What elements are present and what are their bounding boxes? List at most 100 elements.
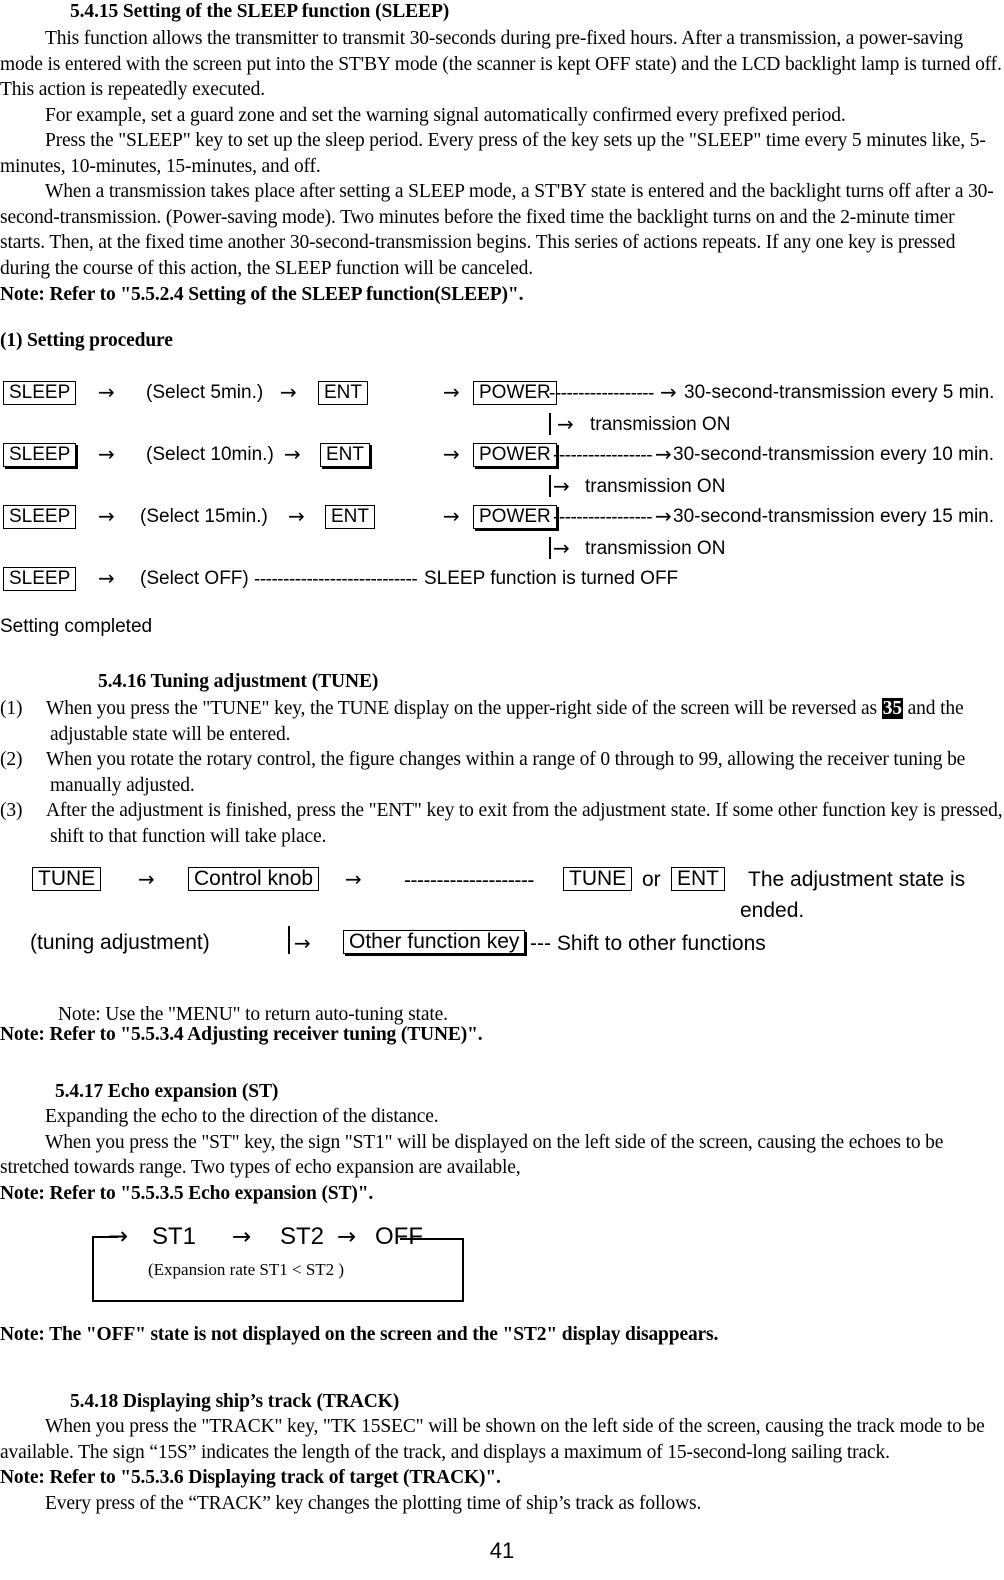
- tune-item-1: (1) When you press the "TUNE" key, the TU…: [0, 696, 1004, 747]
- arrow-icon-tune-a: →: [138, 867, 155, 891]
- tune-item-1-text-before: When you press the "TUNE" key, the TUNE …: [46, 698, 882, 719]
- sleep-paragraph-2: For example, set a guard zone and set th…: [45, 104, 846, 126]
- sleep-sub-result-row-3: transmission ON: [585, 538, 726, 559]
- tune-or-label: or: [642, 868, 661, 891]
- ent-key-row-1[interactable]: ENT: [318, 381, 368, 405]
- st-note-off: Note: The "OFF" state is not displayed o…: [0, 1324, 719, 1345]
- tune-item-3-label: (3): [0, 800, 23, 821]
- ent-key-row-3[interactable]: ENT: [325, 505, 375, 529]
- sleep-key-row-1[interactable]: SLEEP: [3, 381, 77, 405]
- arrow-icon-st-a: →: [232, 1224, 252, 1250]
- tune-shift-text: --- Shift to other functions: [530, 932, 766, 955]
- sleep-key-row-off[interactable]: SLEEP: [3, 567, 77, 591]
- page-number: 41: [489, 1538, 515, 1563]
- tune-ended-line-2: ended.: [740, 899, 805, 922]
- sleep-result-row-1: 30-second-transmission every 5 min.: [684, 382, 995, 403]
- arrow-icon-r1b: →: [280, 380, 297, 404]
- sleep-dashes-row-1: ------------------: [549, 383, 654, 404]
- arrow-icon-r3d: →: [655, 504, 672, 528]
- arrow-icon-r3e: →: [553, 536, 570, 560]
- arrow-icon-r1a: →: [98, 380, 115, 404]
- sleep-sub-result-row-2: transmission ON: [585, 476, 726, 497]
- tune-ended-line-1: The adjustment state is: [748, 868, 966, 891]
- arrow-icon-r2c: →: [443, 442, 460, 466]
- arrow-icon-st-b: →: [337, 1224, 357, 1250]
- sleep-sub-result-row-1: transmission ON: [590, 414, 731, 435]
- arrow-icon-r2e: →: [553, 474, 570, 498]
- section-sleep: 5.4.15 Setting of the SLEEP function (SL…: [0, 0, 1004, 281]
- sleep-dashes-row-3: -----------------: [553, 507, 653, 528]
- section-st-heading: 5.4.17 Echo expansion (ST): [55, 1081, 279, 1102]
- tune-key-end[interactable]: TUNE: [563, 867, 633, 891]
- sleep-note-refer: Note: Refer to "5.5.2.4 Setting of the S…: [0, 284, 524, 305]
- sleep-key-row-2[interactable]: SLEEP: [3, 443, 77, 467]
- section-tune: 5.4.16 Tuning adjustment (TUNE) (1) When …: [0, 670, 1004, 849]
- other-function-key[interactable]: Other function key: [343, 930, 526, 954]
- tune-item-3-text: After the adjustment is finished, press …: [46, 800, 1003, 847]
- arrow-icon-tune-b: →: [345, 867, 362, 891]
- sleep-result-row-3: 30-second-transmission every 15 min.: [673, 506, 995, 527]
- arrow-icon-r3a: →: [98, 504, 115, 528]
- st-loop-caption: (Expansion rate ST1 < ST2 ): [148, 1260, 345, 1279]
- sleep-paragraph-3: Press the "SLEEP" key to set up the slee…: [0, 130, 986, 177]
- tune-tuning-adjustment-label: (tuning adjustment): [30, 931, 210, 954]
- arrow-icon-r3c: →: [443, 504, 460, 528]
- sleep-paragraph-4: When a transmission takes place after se…: [0, 181, 994, 279]
- arrow-icon-r4a: →: [98, 566, 115, 590]
- tune-item-3: (3) After the adjustment is finished, pre…: [0, 798, 1004, 849]
- section-sleep-heading: 5.4.15 Setting of the SLEEP function (SL…: [70, 1, 450, 22]
- st-state-off: OFF: [375, 1223, 423, 1250]
- sleep-result-row-off: SLEEP function is turned OFF: [424, 568, 679, 589]
- arrow-icon-r1c: →: [443, 380, 460, 404]
- tune-item-2-text: When you rotate the rotary control, the …: [46, 749, 966, 796]
- sleep-select-row-3: (Select 15min.): [140, 506, 268, 527]
- arrow-icon-r2b: →: [284, 442, 301, 466]
- tune-note-refer: Note: Refer to "5.5.3.4 Adjusting receiv…: [0, 1024, 483, 1045]
- st-state-st2: ST2: [280, 1223, 325, 1250]
- sleep-key-row-3[interactable]: SLEEP: [3, 505, 77, 529]
- power-key-row-2[interactable]: POWER: [473, 443, 557, 467]
- tune-branch-bar: [288, 926, 290, 954]
- sleep-dashes-row-off: ----------------------------: [254, 569, 418, 590]
- arrow-icon-r3b: →: [288, 504, 305, 528]
- branch-bar-row-3: [549, 537, 551, 559]
- arrow-icon-st-entry: →: [108, 1222, 129, 1250]
- st-state-st1: ST1: [152, 1223, 197, 1250]
- track-paragraph-1: When you press the "TRACK" key, "TK 15SE…: [0, 1416, 985, 1463]
- tune-item-1-label: (1): [0, 698, 23, 719]
- st-loop-bottom-edge: [92, 1300, 464, 1302]
- sleep-select-row-2: (Select 10min.): [146, 444, 274, 465]
- st-loop-diagram: → ST1 → ST2 → OFF (Expansion rate ST1 < …: [0, 1218, 600, 1308]
- arrow-icon-r2a: →: [98, 442, 115, 466]
- st-loop-left-edge: [92, 1236, 94, 1302]
- branch-bar-row-2: [549, 475, 551, 497]
- tune-key-start[interactable]: TUNE: [32, 867, 102, 891]
- sleep-flow-diagram: SLEEP → (Select 5min.) → ENT → POWER ---…: [0, 372, 1004, 602]
- sleep-result-row-2: 30-second-transmission every 10 min.: [673, 444, 995, 465]
- track-last-line: Every press of the “TRACK” key changes t…: [45, 1492, 702, 1514]
- control-knob-key[interactable]: Control knob: [188, 867, 320, 891]
- power-key-row-1[interactable]: POWER: [473, 381, 557, 405]
- arrow-icon-tune-c: →: [294, 931, 311, 955]
- tune-inverted-value: 35: [881, 698, 903, 719]
- st-paragraph-1: Expanding the echo to the direction of t…: [45, 1106, 439, 1127]
- arrow-icon-r1e: →: [557, 412, 574, 436]
- branch-bar-row-1: [549, 413, 551, 435]
- section-track-heading: 5.4.18 Displaying ship’s track (TRACK): [70, 1391, 400, 1412]
- sleep-dashes-row-2: -----------------: [553, 445, 653, 466]
- ent-key-tune[interactable]: ENT: [671, 867, 725, 891]
- tune-item-2: (2) When you rotate the rotary control, t…: [0, 747, 1004, 798]
- ent-key-row-2[interactable]: ENT: [320, 443, 370, 467]
- document-page: 5.4.15 Setting of the SLEEP function (SL…: [0, 0, 1004, 1580]
- power-key-row-3[interactable]: POWER: [473, 505, 557, 529]
- st-note-refer: Note: Refer to "5.5.3.5 Echo expansion (…: [0, 1182, 374, 1204]
- sleep-setting-completed: Setting completed: [0, 616, 153, 637]
- section-tune-heading: 5.4.16 Tuning adjustment (TUNE): [98, 671, 379, 692]
- track-note-refer: Note: Refer to "5.5.3.6 Displaying track…: [0, 1467, 501, 1488]
- st-loop-right-edge: [462, 1238, 464, 1302]
- sleep-procedure-label: (1) Setting procedure: [0, 330, 173, 351]
- sleep-select-row-1: (Select 5min.): [146, 382, 264, 403]
- tune-flow-diagram: TUNE → Control knob → ------------------…: [0, 862, 1004, 962]
- section-st: 5.4.17 Echo expansion (ST) Expanding the…: [0, 1080, 1004, 1206]
- arrow-icon-r1d: →: [660, 380, 677, 404]
